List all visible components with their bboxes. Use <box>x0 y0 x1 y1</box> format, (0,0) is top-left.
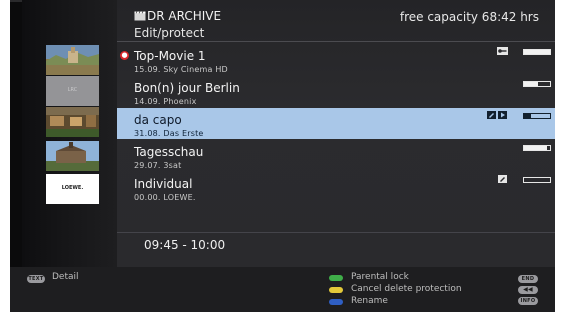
rewind-key-icon: ◀◀ <box>518 286 538 294</box>
cancel-delete-protection-action[interactable]: Cancel delete protection <box>351 284 462 294</box>
thumbnail-image <box>46 45 99 75</box>
recording-row[interactable]: Individual 00.00. LOEWE. <box>117 172 555 203</box>
edit-icon <box>487 111 496 119</box>
recording-time-slot: 09:45 - 10:00 <box>144 238 226 252</box>
recording-row-selected[interactable]: da capo 31.08. Das Erste <box>117 108 555 139</box>
free-capacity-label: free capacity 68:42 hrs <box>399 10 539 24</box>
thumbnail-caption: LRC <box>67 87 78 93</box>
recording-row[interactable]: Tagesschau 29.07. 3sat <box>117 140 555 171</box>
thumbnail-image <box>46 107 99 137</box>
recording-meta: 14.09. Phoenix <box>134 97 197 106</box>
thumb-tagesschau[interactable] <box>46 141 99 171</box>
tv-screen: DR ARCHIVE Edit/protect free capacity 68… <box>10 0 555 312</box>
recording-meta: 00.00. LOEWE. <box>134 193 196 202</box>
page-subtitle: Edit/protect <box>134 26 205 40</box>
blue-key-icon <box>329 299 343 305</box>
archive-icon <box>134 11 146 21</box>
recording-progress-bar <box>523 113 551 119</box>
recording-meta: 29.07. 3sat <box>134 161 182 170</box>
rename-action[interactable]: Rename <box>351 296 388 306</box>
recording-meta: 31.08. Das Erste <box>134 129 204 138</box>
page-title: DR ARCHIVE <box>147 9 222 23</box>
thumb-bonjour-berlin[interactable]: LRC <box>46 76 99 106</box>
text-key-icon: TEXT <box>27 275 45 283</box>
recording-title: Individual <box>134 177 193 191</box>
recording-title: da capo <box>134 113 182 127</box>
recording-title: Top-Movie 1 <box>134 49 206 63</box>
thumb-da-capo[interactable] <box>46 107 99 137</box>
recording-progress-bar <box>523 177 551 183</box>
recording-row[interactable]: Bon(n) jour Berlin 14.09. Phoenix <box>117 76 555 107</box>
thumb-individual[interactable]: LOEWE. <box>46 174 99 204</box>
thumb-top-movie[interactable] <box>46 45 99 75</box>
edit-icon <box>498 175 507 183</box>
list-footer-divider <box>117 232 555 233</box>
key-icon <box>497 47 508 55</box>
recording-meta: 15.09. Sky Cinema HD <box>134 65 228 74</box>
parental-lock-action[interactable]: Parental lock <box>351 272 409 282</box>
recording-progress-bar <box>523 145 551 151</box>
recording-title: Bon(n) jour Berlin <box>134 81 240 95</box>
detail-label: Detail <box>52 272 79 282</box>
yellow-key-icon <box>329 287 343 293</box>
recording-row[interactable]: ● Top-Movie 1 15.09. Sky Cinema HD <box>117 44 555 75</box>
recording-title: Tagesschau <box>134 145 204 159</box>
loewe-logo: LOEWE. <box>61 185 84 191</box>
remote-key-legend: TEXT Detail Parental lock Cancel delete … <box>10 267 555 312</box>
header-divider <box>117 41 555 42</box>
parental-lock-icon: ● <box>120 51 129 60</box>
play-icon <box>498 111 507 119</box>
recording-progress-bar <box>523 49 551 55</box>
thumbnail-image <box>46 141 99 171</box>
green-key-icon <box>329 275 343 281</box>
recording-progress-bar <box>523 81 551 87</box>
end-key-icon: END <box>518 275 538 283</box>
info-key-icon: INFO <box>518 297 538 305</box>
